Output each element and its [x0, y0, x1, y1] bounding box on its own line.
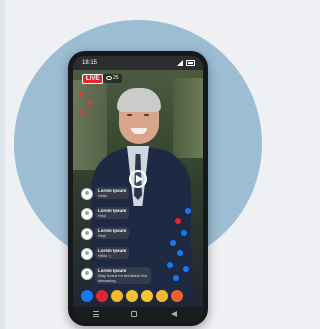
avatar	[81, 228, 93, 240]
reaction-bar	[81, 290, 197, 304]
love-icon[interactable]	[96, 290, 108, 302]
comment-text: Hello :)	[98, 253, 111, 258]
comment-text: Hey!	[98, 213, 107, 218]
comment-item: Lorem Ipsum Hello	[81, 186, 141, 205]
avatar	[81, 208, 93, 220]
care-icon[interactable]	[111, 290, 123, 302]
eye-icon	[106, 75, 112, 80]
presenter-eye	[144, 114, 149, 116]
comment-item: Lorem Ipsum Stay tuned for feedback live…	[81, 266, 151, 285]
comment-text: Hello	[98, 193, 108, 198]
floating-like-icon	[173, 275, 179, 281]
back-icon[interactable]	[171, 311, 177, 317]
flower	[79, 92, 84, 97]
menu-icon[interactable]	[93, 311, 99, 317]
flower	[81, 110, 86, 115]
comment-item: Lorem Ipsum Hello :)	[81, 246, 141, 265]
flower	[87, 100, 92, 105]
like-icon[interactable]	[81, 290, 93, 302]
presenter-eye	[127, 114, 132, 116]
phone-screen: 18:15 LIVE 25 Lorem Ipsum Hello Lorem Ip…	[73, 56, 203, 321]
comment-bubble: Lorem Ipsum Hello :)	[95, 247, 130, 259]
status-bar: 18:15	[73, 56, 203, 70]
avatar	[81, 248, 93, 260]
haha-icon[interactable]	[126, 290, 138, 302]
phone-frame: 18:15 LIVE 25 Lorem Ipsum Hello Lorem Ip…	[68, 51, 208, 326]
status-time: 18:15	[82, 60, 98, 66]
floating-love-icon	[175, 218, 181, 224]
comment-bubble: Lorem Ipsum Stay tuned for feedback live…	[95, 267, 151, 284]
page-edge	[0, 0, 5, 329]
floating-like-icon	[183, 266, 189, 272]
nav-bar	[73, 307, 203, 321]
background-foliage-right	[173, 78, 203, 158]
comment-text: Hey!	[98, 233, 107, 238]
presenter-hair	[117, 88, 161, 112]
floating-like-icon	[185, 208, 191, 214]
comment-bubble: Lorem Ipsum Hello	[95, 187, 130, 199]
comment-list: Lorem Ipsum Hello Lorem Ipsum Hey! Lorem…	[81, 186, 151, 286]
live-badge: LIVE	[82, 74, 104, 84]
viewer-count: 25	[103, 74, 122, 83]
comment-bubble: Lorem Ipsum Hey!	[95, 207, 130, 219]
sad-icon[interactable]	[156, 290, 168, 302]
home-icon[interactable]	[131, 311, 137, 317]
comment-bubble: Lorem Ipsum Hey!	[95, 227, 130, 239]
floating-like-icon	[167, 262, 173, 268]
viewer-count-value: 25	[113, 75, 119, 81]
avatar	[81, 188, 93, 200]
angry-icon[interactable]	[171, 290, 183, 302]
battery-icon	[186, 60, 195, 66]
signal-icon	[177, 60, 183, 66]
floating-like-icon	[177, 250, 183, 256]
avatar	[81, 268, 93, 280]
comment-text: Stay tuned for feedback live streaming	[98, 273, 148, 283]
comment-item: Lorem Ipsum Hey!	[81, 226, 141, 245]
comment-item: Lorem Ipsum Hey!	[81, 206, 141, 225]
wow-icon[interactable]	[141, 290, 153, 302]
floating-like-icon	[181, 230, 187, 236]
floating-like-icon	[170, 240, 176, 246]
